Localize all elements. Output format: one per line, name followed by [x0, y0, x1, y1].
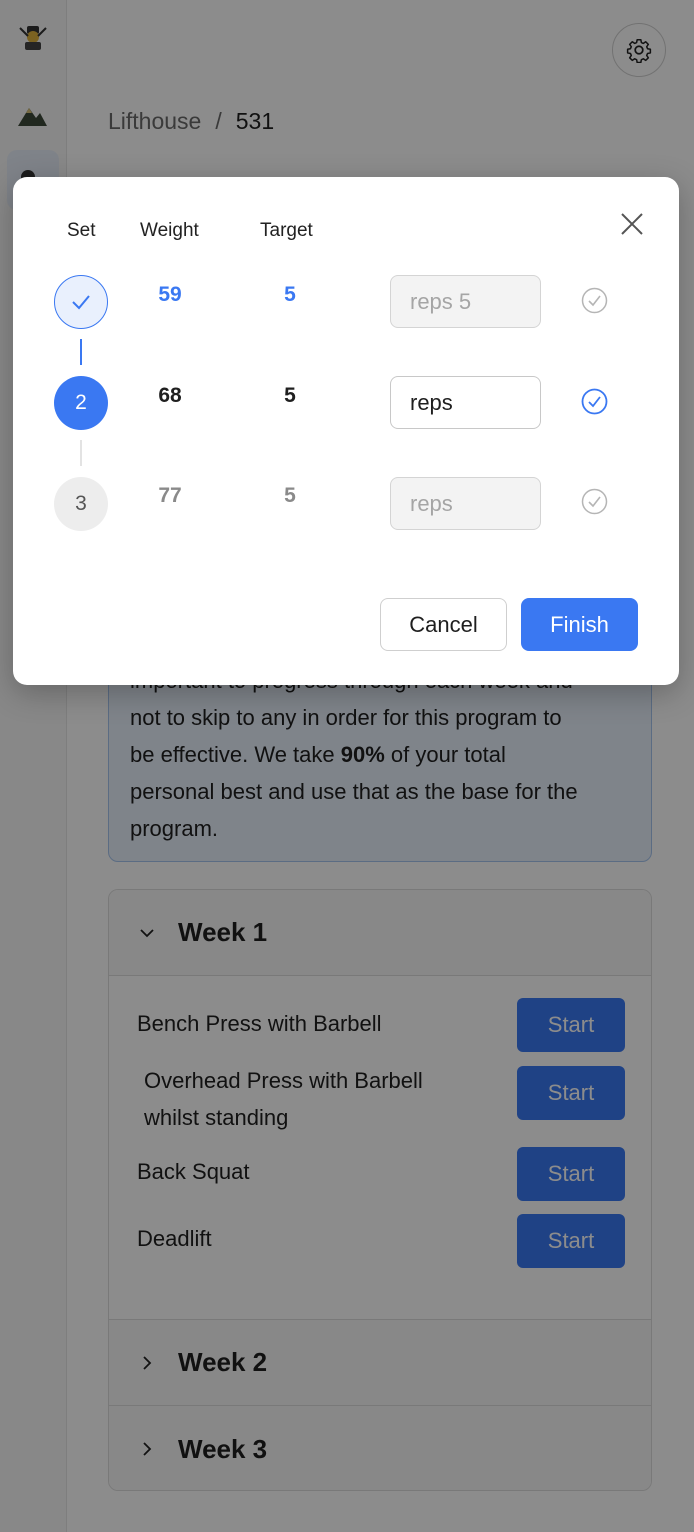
reps-input	[390, 477, 541, 530]
column-header-set: Set	[67, 220, 96, 241]
set-weight: 77	[158, 484, 182, 507]
close-icon[interactable]	[619, 211, 645, 237]
set-indicator-upcoming: 3	[54, 477, 108, 531]
checkmark-icon	[72, 295, 90, 310]
check-circle-icon	[581, 287, 608, 314]
column-header-target: Target	[260, 220, 313, 241]
set-weight: 59	[158, 283, 182, 306]
set-target: 5	[284, 384, 296, 407]
cancel-button[interactable]: Cancel	[380, 598, 507, 651]
check-circle-icon[interactable]	[581, 388, 608, 415]
reps-input[interactable]	[390, 376, 541, 429]
reps-input	[390, 275, 541, 328]
set-target: 5	[284, 283, 296, 306]
set-indicator-done	[54, 275, 108, 329]
set-target: 5	[284, 484, 296, 507]
set-log-modal: Set Weight Target 59 5 2 68 5 3 77 5 Can…	[13, 177, 679, 685]
column-header-weight: Weight	[140, 220, 199, 241]
set-weight: 68	[158, 384, 182, 407]
finish-button[interactable]: Finish	[521, 598, 638, 651]
set-connector	[80, 339, 82, 365]
set-connector	[80, 440, 82, 466]
set-indicator-current: 2	[54, 376, 108, 430]
check-circle-icon	[581, 488, 608, 515]
